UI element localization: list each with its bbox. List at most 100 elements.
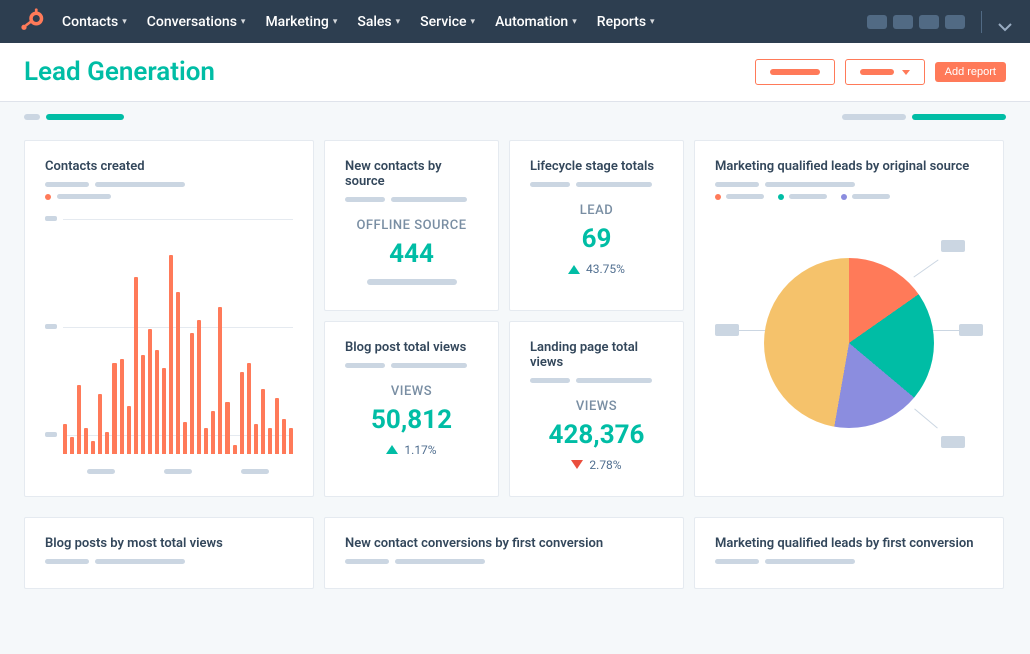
nav-service[interactable]: Service▾ xyxy=(420,14,475,30)
trend-up-icon xyxy=(568,265,580,274)
bar xyxy=(127,406,131,454)
dashboard-grid: Contacts created New contacts by source … xyxy=(0,128,1030,517)
axis-label-placeholder xyxy=(164,469,192,474)
nav-icon-placeholder[interactable] xyxy=(893,15,913,29)
bar xyxy=(169,255,173,454)
chevron-down-icon: ▾ xyxy=(333,17,338,27)
card-title: Blog posts by most total views xyxy=(45,536,293,551)
toolbar-filter[interactable] xyxy=(46,114,124,120)
card-blog-views: Blog post total views VIEWS 50,812 1.17% xyxy=(324,321,499,498)
bar xyxy=(176,292,180,454)
kpi-value: 69 xyxy=(530,224,663,254)
card-mql-source: Marketing qualified leads by original so… xyxy=(694,140,1004,497)
trend-down-icon xyxy=(571,460,583,469)
legend-dot-icon xyxy=(45,194,51,200)
nav-icon-placeholder[interactable] xyxy=(919,15,939,29)
nav-icon-placeholder[interactable] xyxy=(945,15,965,29)
bar xyxy=(91,441,95,454)
nav-right xyxy=(867,11,1014,33)
contacts-created-chart xyxy=(45,214,293,474)
trend-up-icon xyxy=(386,445,398,454)
header-actions: Add report xyxy=(755,59,1006,85)
bar xyxy=(190,333,194,454)
axis-label-placeholder xyxy=(87,469,115,474)
bar xyxy=(120,359,124,454)
bar xyxy=(155,350,159,454)
mql-pie-chart xyxy=(715,208,983,478)
kpi-label: VIEWS xyxy=(530,399,663,414)
nav-automation[interactable]: Automation▾ xyxy=(495,14,577,30)
pie-legend xyxy=(715,193,983,200)
chevron-down-icon: ▾ xyxy=(122,17,127,27)
toolbar-placeholder xyxy=(842,114,906,120)
bar xyxy=(282,419,286,454)
bar xyxy=(148,329,152,454)
card-new-contacts-source: New contacts by source OFFLINE SOURCE 44… xyxy=(324,140,499,311)
page-title: Lead Generation xyxy=(24,57,215,87)
axis-label-placeholder xyxy=(241,469,269,474)
bar xyxy=(289,428,293,454)
header-action-2[interactable] xyxy=(845,59,925,85)
bar xyxy=(233,445,237,454)
account-menu[interactable] xyxy=(998,17,1014,27)
bar xyxy=(247,363,251,454)
bar xyxy=(98,394,102,454)
bar xyxy=(225,402,229,454)
kpi-label: LEAD xyxy=(530,203,663,218)
card-landing-views: Landing page total views VIEWS 428,376 2… xyxy=(509,321,684,498)
card-title: Marketing qualified leads by first conve… xyxy=(715,536,983,551)
chevron-down-icon: ▾ xyxy=(241,17,246,27)
bar xyxy=(211,411,215,454)
top-nav: Contacts▾ Conversations▾ Marketing▾ Sale… xyxy=(0,0,1030,43)
kpi-value: 444 xyxy=(345,239,478,269)
nav-reports[interactable]: Reports▾ xyxy=(597,14,655,30)
bar xyxy=(268,428,272,454)
card-lifecycle-totals: Lifecycle stage totals LEAD 69 43.75% xyxy=(509,140,684,311)
card-contact-conv-first: New contact conversions by first convers… xyxy=(324,517,684,589)
chevron-down-icon: ▾ xyxy=(471,17,476,27)
add-report-button[interactable]: Add report xyxy=(935,62,1006,82)
bar xyxy=(77,385,81,454)
chevron-down-icon xyxy=(902,70,910,75)
bar xyxy=(141,355,145,454)
nav-divider xyxy=(981,11,982,33)
card-contacts-created: Contacts created xyxy=(24,140,314,497)
dashboard-grid-row2: Blog posts by most total views New conta… xyxy=(0,517,1030,613)
legend-dot-icon xyxy=(841,194,847,200)
card-title: New contact conversions by first convers… xyxy=(345,536,663,551)
card-title: Contacts created xyxy=(45,159,293,174)
card-mql-first-conv: Marketing qualified leads by first conve… xyxy=(694,517,1004,589)
bar xyxy=(261,389,265,454)
bar xyxy=(240,372,244,454)
bar xyxy=(70,437,74,454)
card-title: Blog post total views xyxy=(345,340,478,355)
hubspot-logo[interactable] xyxy=(16,7,46,37)
card-title: New contacts by source xyxy=(345,159,478,189)
bar xyxy=(204,428,208,454)
nav-icon-placeholder[interactable] xyxy=(867,15,887,29)
header-action-1[interactable] xyxy=(755,59,835,85)
nav-conversations[interactable]: Conversations▾ xyxy=(147,14,246,30)
bar xyxy=(218,307,222,454)
nav-sales[interactable]: Sales▾ xyxy=(357,14,400,30)
card-blog-most-views: Blog posts by most total views xyxy=(24,517,314,589)
chevron-down-icon: ▾ xyxy=(572,17,577,27)
kpi-value: 50,812 xyxy=(345,405,478,435)
card-title: Lifecycle stage totals xyxy=(530,159,663,174)
kpi-delta: 2.78% xyxy=(589,458,621,472)
nav-contacts[interactable]: Contacts▾ xyxy=(62,14,127,30)
bar xyxy=(275,398,279,454)
bar xyxy=(105,432,109,454)
legend-dot-icon xyxy=(715,194,721,200)
bar xyxy=(162,368,166,454)
toolbar-filter[interactable] xyxy=(912,114,1006,120)
bar xyxy=(183,422,187,454)
kpi-value: 428,376 xyxy=(530,420,663,450)
page-header: Lead Generation Add report xyxy=(0,43,1030,102)
bar xyxy=(84,428,88,454)
nav-marketing[interactable]: Marketing▾ xyxy=(265,14,337,30)
kpi-delta: 43.75% xyxy=(586,262,625,276)
chevron-down-icon: ▾ xyxy=(650,17,655,27)
kpi-label: OFFLINE SOURCE xyxy=(345,218,478,233)
nav-items: Contacts▾ Conversations▾ Marketing▾ Sale… xyxy=(62,14,867,30)
